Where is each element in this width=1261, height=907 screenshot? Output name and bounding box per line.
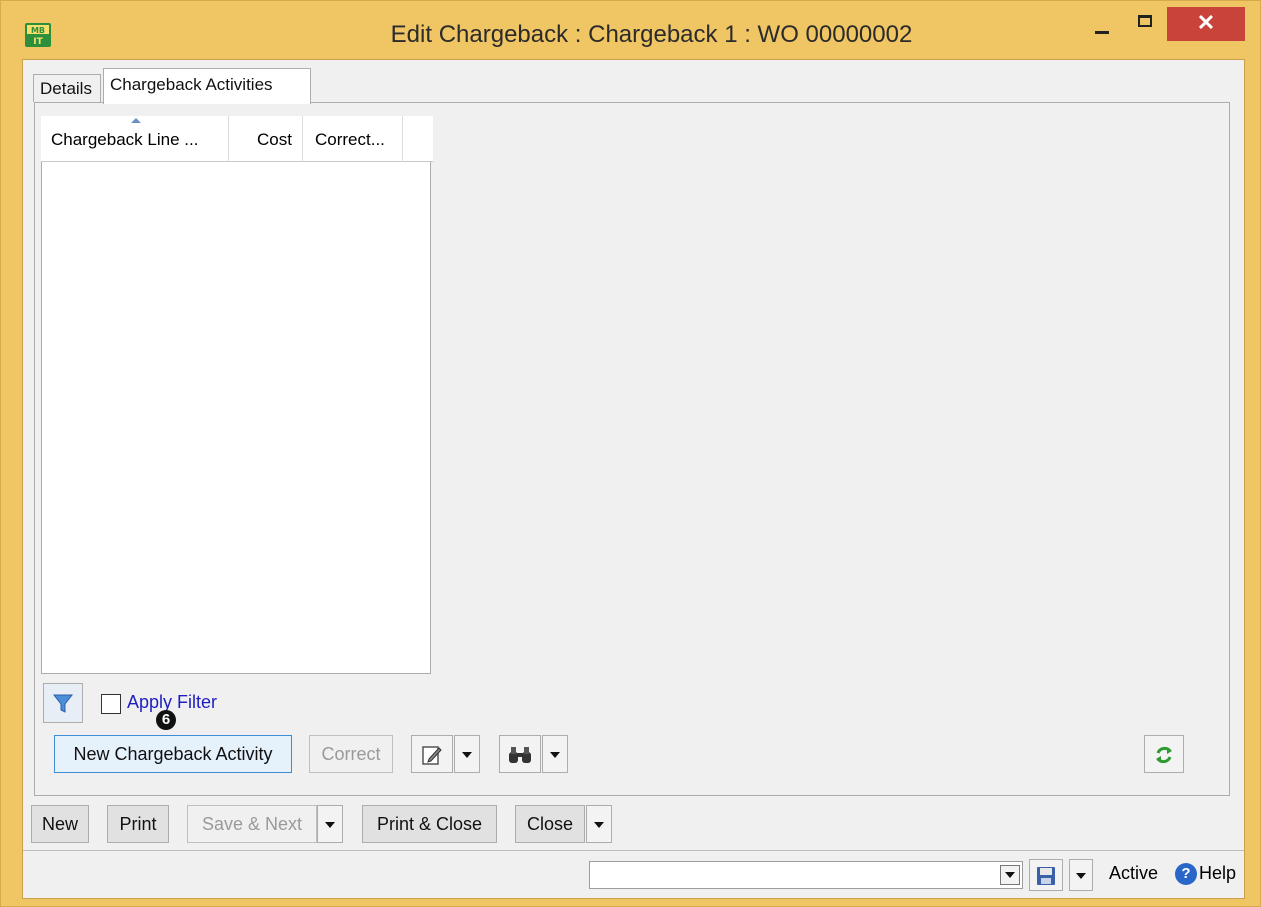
binoculars-icon [509,747,531,764]
apply-filter-checkbox[interactable] [101,694,121,714]
close-button[interactable]: Close [515,805,585,843]
find-dropdown-button[interactable] [542,735,568,773]
refresh-button[interactable] [1144,735,1184,773]
window: MB IT Edit Chargeback : Chargeback 1 : W… [0,0,1261,907]
funnel-icon [52,694,74,713]
new-button[interactable]: New [31,805,89,843]
chevron-down-icon [1076,873,1086,880]
help-label: Help [1199,863,1237,883]
chevron-down-icon [1005,872,1015,879]
dialog-body: Details Chargeback Activities Chargeback… [22,59,1245,899]
maximize-icon [1138,15,1152,27]
status-bar: Active ? Help [23,850,1244,898]
refresh-icon [1156,747,1172,764]
chevron-down-icon [550,752,560,759]
chevron-down-icon [325,822,335,829]
edit-button[interactable] [411,735,453,773]
chevron-down-icon [462,752,472,759]
callout-badge: 6 [156,710,176,730]
help-link[interactable]: ? Help [1175,863,1237,886]
print-button[interactable]: Print [107,805,169,843]
pencil-icon [422,746,442,765]
grid-header: Chargeback Line ... Cost Correct... [41,116,433,162]
column-header-cost[interactable]: Cost [229,116,303,162]
apply-filter-label[interactable]: Apply Filter [127,692,217,713]
activities-grid: Chargeback Line ... Cost Correct... Appl… [41,116,433,736]
minimize-icon [1095,31,1109,34]
close-window-button[interactable]: ✕ [1167,7,1245,41]
window-title: Edit Chargeback : Chargeback 1 : WO 0000… [390,21,913,48]
column-header-correct[interactable]: Correct... [303,116,403,162]
status-active-label: Active [1109,863,1159,883]
maximize-button[interactable] [1129,7,1159,41]
save-next-dropdown-button[interactable] [317,805,343,843]
edit-dropdown-button[interactable] [454,735,480,773]
grid-body[interactable] [41,162,431,674]
chevron-down-icon [594,822,604,829]
save-view-button[interactable] [1029,859,1063,891]
new-chargeback-activity-button[interactable]: New Chargeback Activity [54,735,292,773]
print-close-button[interactable]: Print & Close [362,805,497,843]
find-button[interactable] [499,735,541,773]
close-dropdown-button[interactable] [586,805,612,843]
tab-chargeback-activities[interactable]: Chargeback Activities [103,68,311,104]
column-header-chargeback-line[interactable]: Chargeback Line ... [41,116,229,162]
floppy-icon [1037,867,1055,886]
help-icon: ? [1175,863,1197,886]
title-bar[interactable]: MB IT Edit Chargeback : Chargeback 1 : W… [1,1,1261,59]
filter-button[interactable] [43,683,83,723]
close-icon: ✕ [1196,10,1216,35]
minimize-button[interactable] [1087,7,1117,41]
correct-button[interactable]: Correct [309,735,393,773]
save-next-button[interactable]: Save & Next [187,805,317,843]
view-combobox[interactable] [589,861,1023,889]
tab-details[interactable]: Details [33,74,101,102]
combo-dropdown-button[interactable] [1000,865,1020,885]
save-view-dropdown-button[interactable] [1069,859,1093,891]
